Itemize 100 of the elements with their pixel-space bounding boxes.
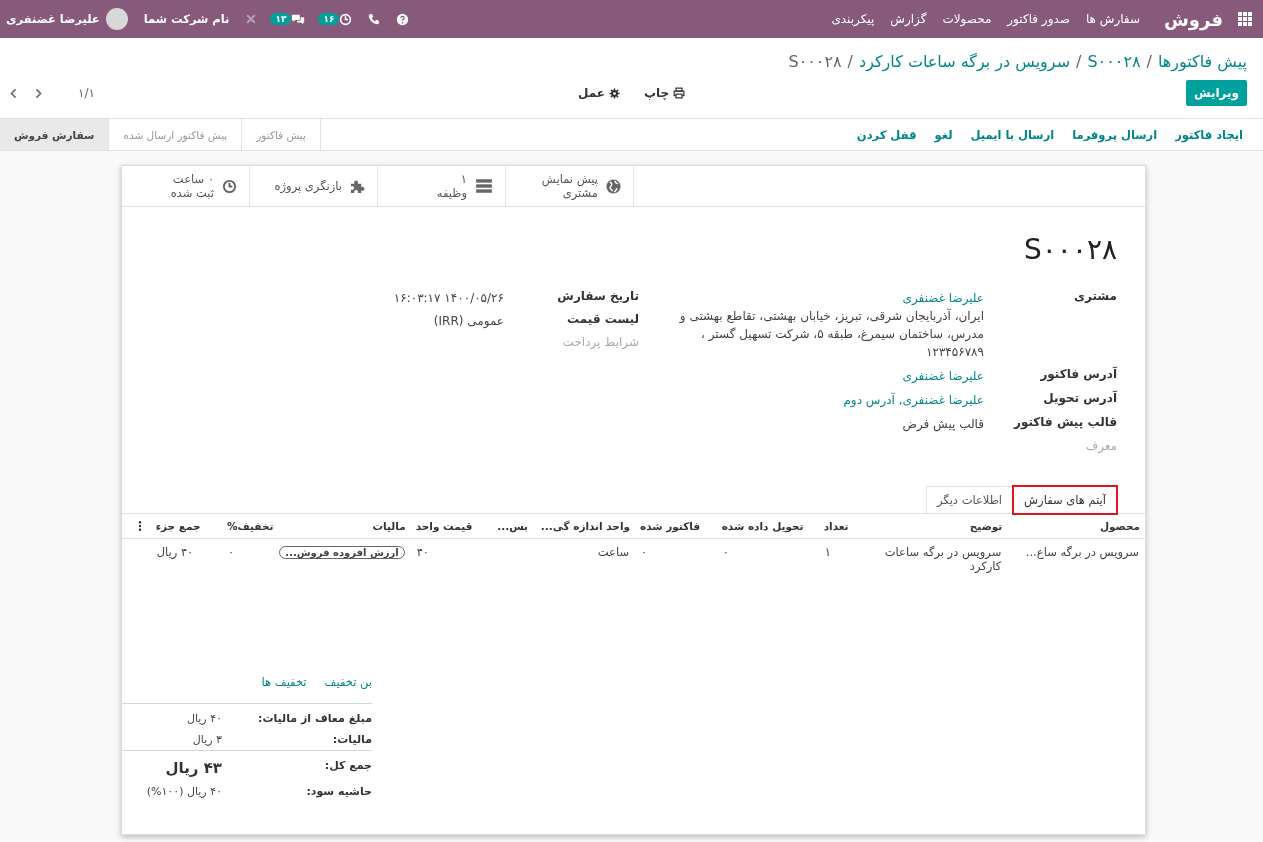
table-cell: سرویس در برگه ساع... [1025,545,1139,559]
total-value: ۳ ریال [191,733,222,746]
address-line: ۱۲۳۴۵۶۷۸۹ [926,344,984,361]
column-header[interactable]: تحویل داده شده [716,513,819,539]
column-header[interactable]: جمع جزء [150,513,222,539]
field-label: معرف [1084,439,1117,453]
discount-link[interactable]: بن تخفیف [324,675,372,689]
smart-button-text: ثبت شده [170,186,214,200]
smart-button[interactable]: ۱ وظیفه [378,166,506,206]
record-title: S۰۰۰۲۸ [1023,232,1118,268]
menu-item[interactable]: صدور فاکتور [999,12,1078,26]
smart-button-text: پیش نمایش [541,172,598,186]
address-line: مدرس، ساختمان سیمرغ، طبقه ۵، شرکت تسهیل گستر ، [701,326,984,343]
avatar [105,8,128,30]
field-link[interactable]: علیرضا غضنفری, آدرس دوم [843,391,984,409]
company-name[interactable]: نام شرکت شما [143,12,230,26]
discount-link[interactable]: تخفیف ها [261,675,307,689]
total-value: ۴۰ ریال [185,712,222,725]
header-button[interactable]: ارسال با ایمیل [970,127,1055,142]
column-header[interactable]: تعداد [818,513,865,539]
breadcrumb-link[interactable]: S۰۰۰۲۸ [1087,51,1141,71]
list-icon [475,177,493,195]
smart-button-text: وظیفه [436,186,467,200]
table-cell: ۴۰ [416,545,430,559]
chat-icon[interactable] [291,12,306,26]
total-label: جمع کل: [323,759,372,774]
column-header[interactable]: بس... [492,513,534,539]
clock-icon[interactable] [339,12,353,26]
breadcrumb-separator: / [1146,51,1152,71]
settings-icon [608,87,620,99]
print-button[interactable]: چاپ [643,86,686,100]
user-name[interactable]: علیرضا غضنفری [6,12,100,26]
field-label: شرایط پرداخت [561,335,639,349]
puzzle-icon [350,178,365,194]
field-link[interactable]: علیرضا غضنفری [902,367,984,385]
field-label: قالب پیش فاکتور [1012,415,1117,432]
total-label: مالیات: [331,733,372,746]
total-label: مبلغ معاف از مالیات: [257,712,372,725]
tab[interactable]: آیتم های سفارش [1013,486,1117,514]
breadcrumb-separator: / [1076,51,1082,71]
menu-item[interactable]: محصولات [934,12,1000,26]
chevron-right-icon[interactable] [33,87,44,99]
address-line: ایران، آذربایجان شرقی، تبریز، خیابان بهشتی، تقاطع بهشتی و [679,307,984,325]
field-link[interactable]: علیرضا غضنفری [902,289,984,307]
header-button[interactable]: قفل کردن [856,127,917,142]
globe-icon [606,178,621,194]
column-header[interactable]: واحد اندازه گی... [533,513,636,539]
table-cell: ساعت [597,545,630,559]
total-value: ۴۳ ریال [164,759,222,777]
menu-item[interactable]: گزارش [882,12,935,26]
field-label: آدرس تحویل [1042,391,1117,408]
field-label: تاریخ سفارش [556,289,639,305]
breadcrumb-separator: / [847,51,853,71]
table-cell: سرویس در برگه ساعات کارکرد [884,545,1002,573]
field-value: عمومی (IRR) [433,313,504,330]
field-label: لیست قیمت [566,312,639,328]
field-value: ۱۴۰۰/۰۵/۲۶ ۱۶:۰۳:۱۷ [393,290,504,307]
breadcrumb-link[interactable]: سرویس در برگه ساعات کارکرد [859,51,1071,71]
printer-icon [673,87,686,99]
pager-value[interactable]: ۱/۱ [78,86,95,100]
smart-button-text: ۰ ساعت [171,172,214,186]
header-button[interactable]: ارسال پروفرما [1072,127,1158,142]
total-value: ۴۰ ریال (۱۰۰%) [145,785,222,798]
total-label: حاشیه سود: [305,785,372,798]
table-cell: ۴۰ ریال [156,545,194,559]
tab[interactable]: اطلاعات دیگر [925,486,1014,513]
breadcrumb-link[interactable]: پیش فاکتورها [1157,51,1247,71]
table-cell: ۱ [824,545,831,559]
menu-item[interactable]: سفارش ها [1077,12,1148,26]
column-header[interactable]: محصول [1007,513,1145,539]
table-cell: ۰ [722,545,729,559]
notification-badge: ۱۶ [318,13,340,25]
status-step[interactable]: سفارش فروش [0,119,109,150]
help-icon[interactable] [396,12,410,26]
table-cell: ۰ [228,545,235,559]
column-header[interactable]: قیمت واحد [410,513,493,539]
column-header[interactable]: فاکتور شده [635,513,717,539]
smart-button-text: بازنگری پروژه [274,179,342,193]
column-header[interactable]: توضیح [864,513,1008,539]
column-header[interactable]: تخفیف% [222,513,289,539]
clock-icon [222,178,237,194]
app-title[interactable]: فروش [1164,8,1223,30]
notification-badge: ۱۳ [270,13,292,25]
chevron-left-icon[interactable] [8,87,19,99]
phone-icon[interactable] [368,13,381,25]
breadcrumb-current: S۰۰۰۲۸ [788,51,842,71]
menu-item[interactable]: پیکربندی [823,12,883,26]
smart-button-text: ۱ [459,172,467,186]
smart-button[interactable]: ۰ ساعت ثبت شده [122,166,250,206]
smart-button[interactable]: بازنگری پروژه [250,166,378,206]
action-button[interactable]: عمل [577,86,620,100]
column-header[interactable]: مالیات [288,513,411,539]
smart-button-text: مشتری [562,186,598,200]
smart-button[interactable]: پیش نمایش مشتری [506,166,634,206]
field-label: مشتری [1073,289,1117,305]
header-button[interactable]: لغو [934,127,953,142]
edit-button[interactable]: ویرایش [1186,80,1247,106]
apps-menu-icon[interactable] [1237,11,1253,27]
header-button[interactable]: ایجاد فاکتور [1175,127,1243,142]
field-label: آدرس فاکتور [1039,367,1117,384]
